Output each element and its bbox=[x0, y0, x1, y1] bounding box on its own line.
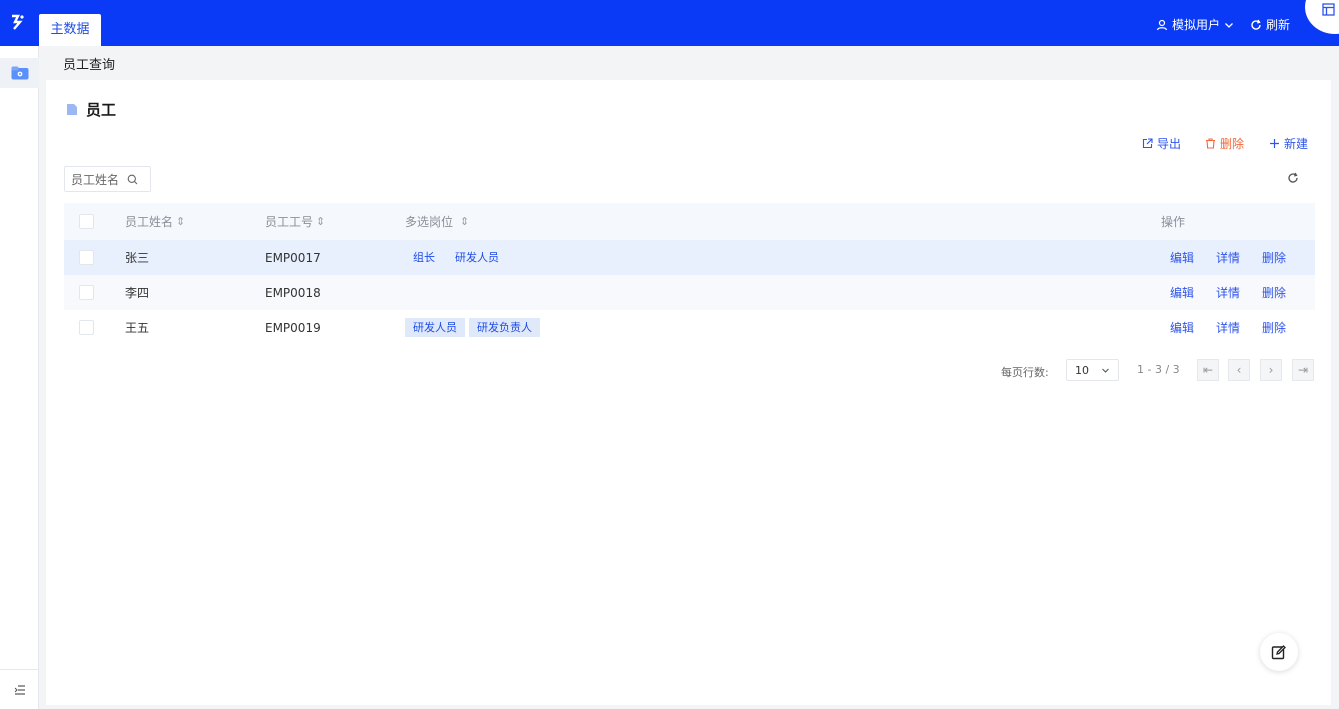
reload-icon bbox=[1288, 172, 1298, 183]
floating-edit-button[interactable] bbox=[1260, 633, 1298, 671]
refresh-icon bbox=[1251, 19, 1261, 30]
sort-icon: ⇕ bbox=[316, 215, 326, 228]
rows-per-page-label: 每页行数: bbox=[1001, 366, 1049, 379]
employee-table: 员工姓名 ⇕ 员工工号 ⇕ 多选岗位 ⇕ 操作 张三 EMP0017 组长 研发人员 … bbox=[64, 203, 1315, 345]
user-name: 模拟用户 bbox=[1172, 18, 1221, 32]
detail-link[interactable]: 详情 bbox=[1216, 319, 1240, 336]
refresh-label: 刷新 bbox=[1266, 18, 1291, 32]
header-positions[interactable]: 多选岗位 ⇕ bbox=[405, 203, 469, 240]
sort-icon: ⇕ bbox=[176, 215, 186, 228]
rows-per-page-select[interactable]: 10 bbox=[1066, 359, 1119, 381]
position-tag: 组长 bbox=[413, 251, 435, 264]
cell-no: EMP0019 bbox=[265, 320, 321, 335]
edit-link[interactable]: 编辑 bbox=[1170, 319, 1194, 336]
chevron-right-icon: › bbox=[1268, 363, 1274, 377]
new-button[interactable]: 新建 bbox=[1269, 135, 1308, 152]
table-reload-button[interactable] bbox=[1287, 172, 1299, 187]
last-page-icon: ⇥ bbox=[1297, 363, 1309, 377]
row-actions: 编辑 详情 删除 bbox=[1170, 275, 1286, 310]
export-label: 导出 bbox=[1157, 137, 1182, 151]
table-row[interactable]: 张三 EMP0017 组长 研发人员 编辑 详情 删除 bbox=[64, 240, 1315, 275]
cell-positions: 组长 研发人员 bbox=[405, 240, 507, 275]
cell-no: EMP0018 bbox=[265, 285, 321, 300]
cell-name: 张三 bbox=[125, 251, 150, 265]
first-page-button[interactable]: ⇤ bbox=[1197, 359, 1219, 381]
export-icon bbox=[1142, 138, 1153, 149]
new-label: 新建 bbox=[1284, 137, 1309, 151]
edit-link[interactable]: 编辑 bbox=[1170, 249, 1194, 266]
refresh-button[interactable]: 刷新 bbox=[1250, 16, 1290, 33]
position-tag: 研发人员 bbox=[455, 251, 499, 264]
tab-master-data[interactable]: 主数据 bbox=[39, 14, 101, 46]
chevron-left-icon: ‹ bbox=[1236, 363, 1242, 377]
search-input[interactable]: 员工姓名 bbox=[64, 166, 151, 192]
pagination: 每页行数: 10 1 - 3 / 3 ⇤ ‹ › ⇥ bbox=[46, 359, 1331, 383]
sidebar-item-master-data[interactable] bbox=[0, 58, 39, 88]
cell-name: 王五 bbox=[125, 321, 150, 335]
sort-icon: ⇕ bbox=[460, 215, 470, 228]
row-actions: 编辑 详情 删除 bbox=[1170, 240, 1286, 275]
cell-positions: 研发人员 研发负责人 bbox=[405, 310, 540, 345]
search-icon bbox=[127, 174, 138, 184]
first-page-icon: ⇤ bbox=[1202, 363, 1214, 377]
sidebar-collapse-button[interactable] bbox=[0, 669, 39, 709]
trash-icon bbox=[1206, 138, 1215, 149]
page-range-info: 1 - 3 / 3 bbox=[1137, 363, 1180, 376]
breadcrumb: 员工查询 bbox=[63, 58, 116, 73]
edit-icon bbox=[1271, 645, 1286, 660]
export-button[interactable]: 导出 bbox=[1142, 135, 1181, 152]
folder-settings-icon bbox=[11, 66, 28, 80]
user-menu[interactable]: 模拟用户 bbox=[1156, 16, 1234, 33]
delete-link[interactable]: 删除 bbox=[1262, 319, 1286, 336]
next-page-button[interactable]: › bbox=[1260, 359, 1282, 381]
page-title: 员工 bbox=[66, 99, 116, 120]
cell-no: EMP0017 bbox=[265, 250, 321, 265]
row-actions: 编辑 详情 删除 bbox=[1170, 310, 1286, 345]
app-logo bbox=[8, 12, 28, 32]
chevron-down-icon bbox=[1102, 368, 1109, 373]
detail-link[interactable]: 详情 bbox=[1216, 284, 1240, 301]
plus-icon bbox=[1270, 139, 1279, 148]
search-placeholder: 员工姓名 bbox=[71, 172, 120, 187]
document-icon bbox=[67, 104, 77, 115]
cell-name: 李四 bbox=[125, 286, 150, 300]
chevron-down-icon bbox=[1225, 22, 1233, 28]
toolbar: 导出 删除 新建 bbox=[46, 135, 1331, 151]
layout-toggle-button[interactable] bbox=[1305, 0, 1339, 34]
delete-link[interactable]: 删除 bbox=[1262, 284, 1286, 301]
delete-label: 删除 bbox=[1220, 137, 1245, 151]
header-name[interactable]: 员工姓名 ⇕ bbox=[125, 203, 185, 240]
menu-collapse-icon bbox=[14, 684, 25, 695]
delete-link[interactable]: 删除 bbox=[1262, 249, 1286, 266]
header-no[interactable]: 员工工号 ⇕ bbox=[265, 203, 325, 240]
prev-page-button[interactable]: ‹ bbox=[1228, 359, 1250, 381]
layout-icon bbox=[1322, 3, 1335, 16]
page-title-text: 员工 bbox=[86, 101, 117, 119]
row-checkbox[interactable] bbox=[79, 320, 94, 335]
detail-link[interactable]: 详情 bbox=[1216, 249, 1240, 266]
sidebar bbox=[0, 46, 39, 709]
table-row[interactable]: 王五 EMP0019 研发人员 研发负责人 编辑 详情 删除 bbox=[64, 310, 1315, 345]
main-panel: 员工 导出 删除 新建 员工姓名 员工姓名⇕ 员工工号⇕ 多选岗位⇕ 操作 bbox=[46, 80, 1331, 705]
row-checkbox[interactable] bbox=[79, 285, 94, 300]
last-page-button[interactable]: ⇥ bbox=[1292, 359, 1314, 381]
batch-delete-button[interactable]: 删除 bbox=[1205, 135, 1244, 152]
select-all-checkbox[interactable] bbox=[79, 214, 94, 229]
header-ops: 操作 bbox=[1161, 215, 1186, 229]
position-tag: 研发人员 bbox=[405, 318, 465, 337]
row-checkbox[interactable] bbox=[79, 250, 94, 265]
top-bar: 主数据 模拟用户 刷新 bbox=[0, 0, 1339, 46]
table-row[interactable]: 李四 EMP0018 编辑 详情 删除 bbox=[64, 275, 1315, 310]
edit-link[interactable]: 编辑 bbox=[1170, 284, 1194, 301]
table-header: 员工姓名 ⇕ 员工工号 ⇕ 多选岗位 ⇕ 操作 bbox=[64, 203, 1315, 240]
user-icon bbox=[1156, 19, 1168, 30]
position-tag: 研发负责人 bbox=[469, 318, 540, 337]
rows-per-page-value: 10 bbox=[1075, 363, 1089, 377]
